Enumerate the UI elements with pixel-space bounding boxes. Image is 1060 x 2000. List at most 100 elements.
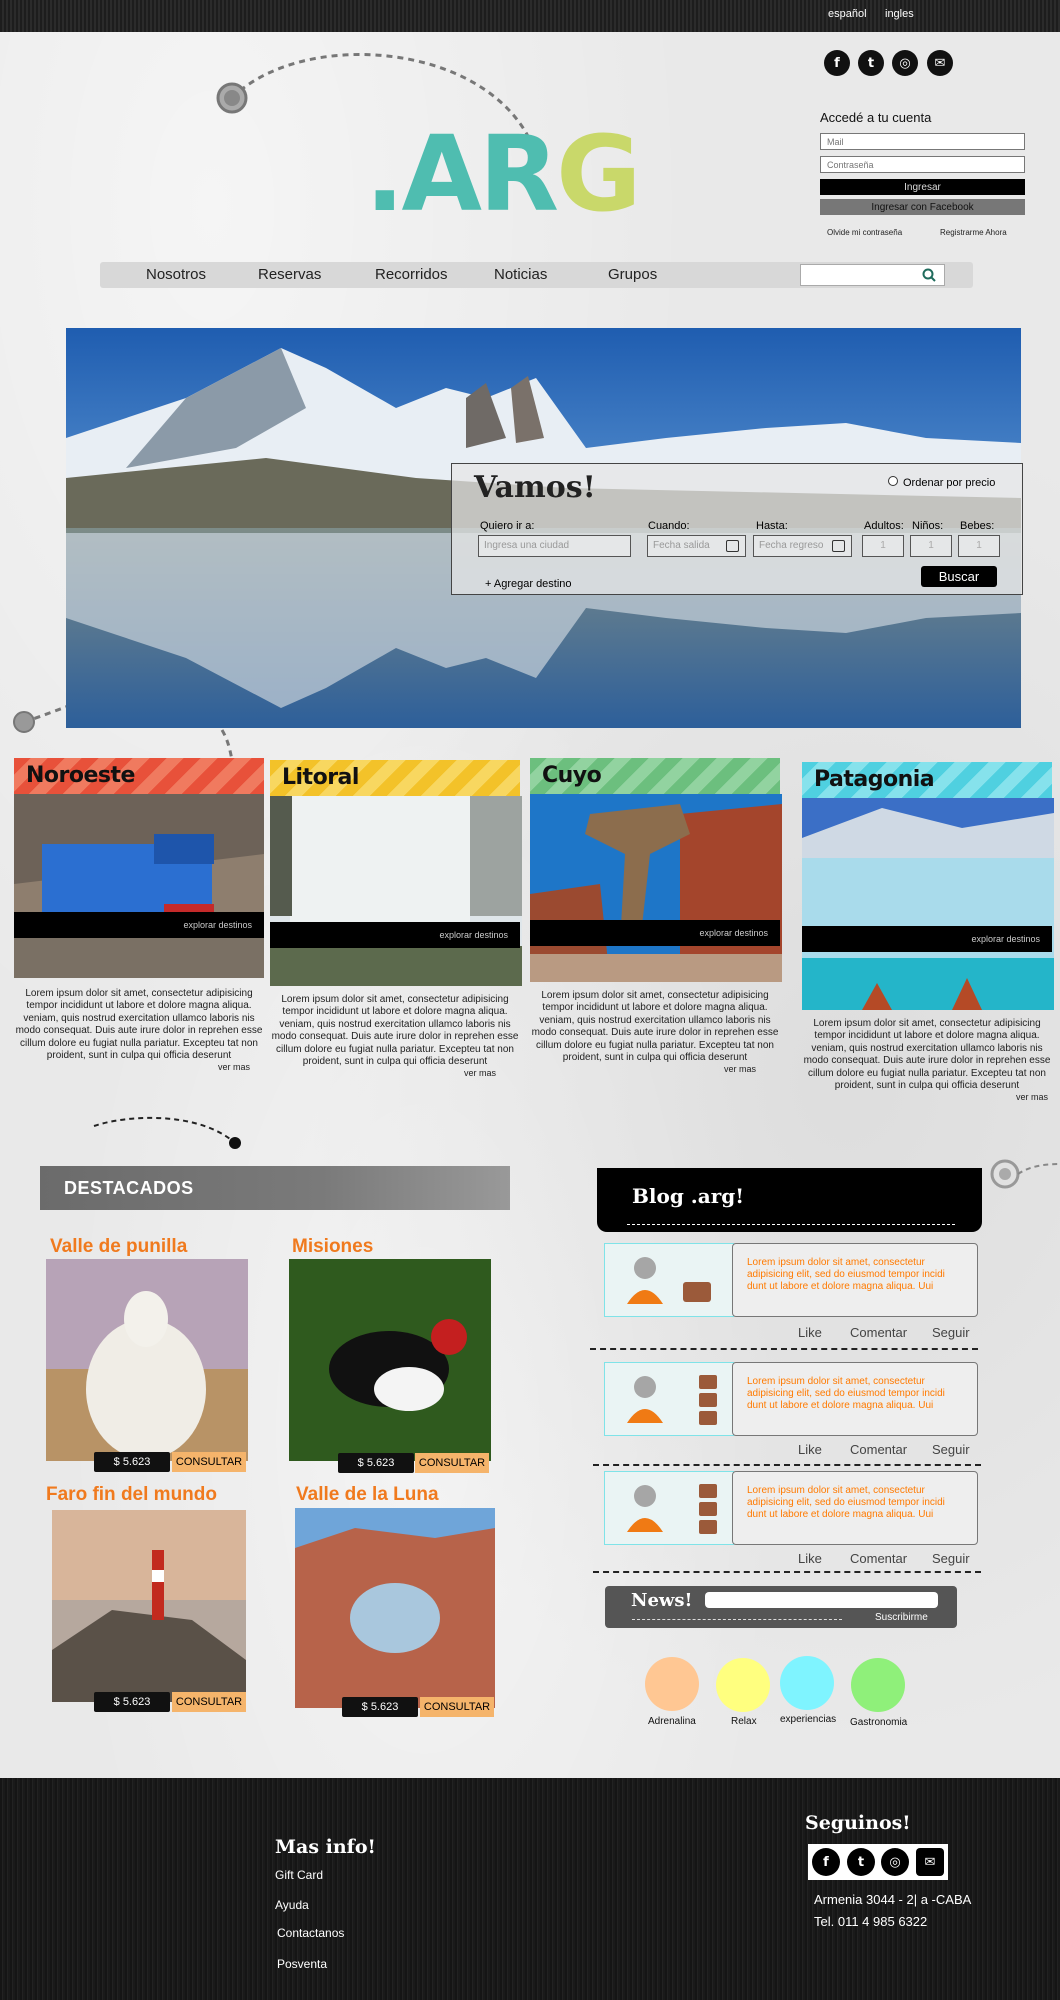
- footer-phone: Tel. 011 4 985 6322: [814, 1914, 928, 1929]
- region-description: Lorem ipsum dolor sit amet, consectetur …: [271, 994, 519, 1068]
- mail-input[interactable]: [820, 133, 1025, 150]
- instagram-icon[interactable]: ◎: [892, 50, 918, 76]
- region-image-train: [14, 794, 264, 978]
- category-adrenalina[interactable]: [645, 1657, 699, 1711]
- region-image-glacier: [802, 798, 1054, 1010]
- blog-post-avatar-area: [604, 1362, 734, 1436]
- blog-post-text: Lorem ipsum dolor sit amet, consectetur …: [732, 1471, 978, 1545]
- explore-destinations-button[interactable]: explorar destinos: [802, 926, 1052, 952]
- subscribe-button[interactable]: Suscribirme: [875, 1612, 928, 1623]
- search-button[interactable]: Buscar: [921, 566, 997, 587]
- featured-image-lighthouse[interactable]: [52, 1510, 246, 1702]
- footer-link-ayuda[interactable]: Ayuda: [275, 1898, 309, 1912]
- comment-button[interactable]: Comentar: [850, 1325, 907, 1340]
- consult-button[interactable]: CONSULTAR: [172, 1452, 246, 1472]
- featured-title[interactable]: Misiones: [292, 1236, 373, 1258]
- instagram-icon[interactable]: ◎: [881, 1848, 909, 1876]
- footer-link-posventa[interactable]: Posventa: [277, 1957, 327, 1971]
- comment-button[interactable]: Comentar: [850, 1442, 907, 1457]
- region-card-cuyo[interactable]: Cuyo explorar destinos Lorem ipsum dolor…: [530, 758, 782, 1074]
- twitter-icon[interactable]: t: [847, 1848, 875, 1876]
- forgot-password-link[interactable]: Olvide mi contraseña: [827, 228, 902, 237]
- featured-title[interactable]: Valle de punilla: [50, 1236, 187, 1258]
- see-more-link[interactable]: ver mas: [270, 1068, 520, 1078]
- comment-button[interactable]: Comentar: [850, 1551, 907, 1566]
- nav-item-recorridos[interactable]: Recorridos: [375, 266, 448, 283]
- see-more-link[interactable]: ver mas: [530, 1064, 780, 1074]
- nav-item-grupos[interactable]: Grupos: [608, 266, 657, 283]
- logo-text-main: .AR: [365, 113, 559, 235]
- language-spanish-link[interactable]: español: [828, 8, 867, 20]
- featured-image-bird[interactable]: [289, 1259, 491, 1461]
- category-label: Adrenalina: [648, 1716, 696, 1727]
- destination-input[interactable]: Ingresa una ciudad: [478, 535, 631, 557]
- footer-link-gift-card[interactable]: Gift Card: [275, 1868, 323, 1882]
- mail-icon[interactable]: ✉: [927, 50, 953, 76]
- region-description: Lorem ipsum dolor sit amet, consectetur …: [803, 1018, 1051, 1092]
- destination-label: Quiero ir a:: [480, 520, 535, 532]
- footer-follow-title: Seguinos!: [805, 1812, 911, 1834]
- consult-button[interactable]: CONSULTAR: [415, 1453, 489, 1473]
- register-link[interactable]: Registrarme Ahora: [940, 228, 1007, 237]
- login-title: Accedé a tu cuenta: [820, 110, 932, 125]
- consult-button[interactable]: CONSULTAR: [172, 1692, 246, 1712]
- featured-title[interactable]: Faro fin del mundo: [46, 1484, 217, 1506]
- see-more-link[interactable]: ver mas: [14, 1062, 264, 1072]
- consult-button[interactable]: CONSULTAR: [420, 1697, 494, 1717]
- babies-select[interactable]: 1: [958, 535, 1000, 557]
- language-english-link[interactable]: ingles: [885, 8, 914, 20]
- calendar-icon[interactable]: [832, 540, 845, 552]
- explore-destinations-button[interactable]: explorar destinos: [530, 920, 780, 946]
- facebook-icon[interactable]: f: [824, 50, 850, 76]
- site-logo[interactable]: .ARG: [365, 122, 641, 226]
- nav-item-nosotros[interactable]: Nosotros: [146, 266, 206, 283]
- region-card-patagonia[interactable]: Patagonia explorar destinos Lorem ipsum …: [802, 762, 1054, 1102]
- search-icon[interactable]: [922, 268, 936, 282]
- see-more-link[interactable]: ver mas: [802, 1092, 1052, 1102]
- region-description: Lorem ipsum dolor sit amet, consectetur …: [15, 988, 263, 1062]
- follow-button[interactable]: Seguir: [932, 1551, 970, 1566]
- region-card-noroeste[interactable]: Noroeste explorar destinos Lorem ipsum d…: [14, 758, 264, 1072]
- when-label: Cuando:: [648, 520, 690, 532]
- explore-destinations-button[interactable]: explorar destinos: [270, 922, 520, 948]
- featured-title[interactable]: Valle de la Luna: [296, 1484, 439, 1506]
- region-title: Litoral: [270, 760, 520, 796]
- children-label: Niños:: [912, 520, 944, 532]
- explore-destinations-button[interactable]: explorar destinos: [14, 912, 264, 938]
- category-experiencias[interactable]: [780, 1656, 834, 1710]
- password-input[interactable]: [820, 156, 1025, 173]
- login-button[interactable]: Ingresar: [820, 179, 1025, 195]
- calendar-icon[interactable]: [726, 540, 739, 552]
- blog-post-text: Lorem ipsum dolor sit amet, consectetur …: [732, 1243, 978, 1317]
- featured-image-llama[interactable]: [46, 1259, 248, 1461]
- category-relax[interactable]: [716, 1658, 770, 1712]
- like-button[interactable]: Like: [798, 1442, 822, 1457]
- twitter-icon[interactable]: t: [858, 50, 884, 76]
- newsletter-divider: [632, 1619, 842, 1620]
- region-description: Lorem ipsum dolor sit amet, consectetur …: [531, 990, 779, 1064]
- footer-link-contactanos[interactable]: Contactanos: [277, 1926, 344, 1940]
- featured-image-rock-arch[interactable]: [295, 1508, 495, 1708]
- add-destination-link[interactable]: + Agregar destino: [485, 578, 572, 590]
- sort-by-price-radio[interactable]: [888, 476, 898, 486]
- newsletter-email-input[interactable]: [705, 1592, 938, 1608]
- follow-button[interactable]: Seguir: [932, 1442, 970, 1457]
- category-label: Gastronomia: [850, 1717, 908, 1728]
- blog-post[interactable]: Lorem ipsum dolor sit amet, consectetur …: [604, 1243, 978, 1317]
- follow-button[interactable]: Seguir: [932, 1325, 970, 1340]
- mail-icon[interactable]: ✉: [916, 1848, 944, 1876]
- facebook-login-button[interactable]: Ingresar con Facebook: [820, 199, 1025, 215]
- adults-select[interactable]: 1: [862, 535, 904, 557]
- nav-item-reservas[interactable]: Reservas: [258, 266, 321, 283]
- nav-item-noticias[interactable]: Noticias: [494, 266, 547, 283]
- like-button[interactable]: Like: [798, 1551, 822, 1566]
- blog-post[interactable]: Lorem ipsum dolor sit amet, consectetur …: [604, 1362, 978, 1436]
- category-gastronomia[interactable]: [851, 1658, 905, 1712]
- featured-price: $ 5.623: [338, 1453, 414, 1473]
- facebook-icon[interactable]: f: [812, 1848, 840, 1876]
- region-card-litoral[interactable]: Litoral explorar destinos Lorem ipsum do…: [270, 760, 522, 1078]
- like-button[interactable]: Like: [798, 1325, 822, 1340]
- children-select[interactable]: 1: [910, 535, 952, 557]
- category-label: experiencias: [780, 1714, 837, 1725]
- blog-post[interactable]: Lorem ipsum dolor sit amet, consectetur …: [604, 1471, 978, 1545]
